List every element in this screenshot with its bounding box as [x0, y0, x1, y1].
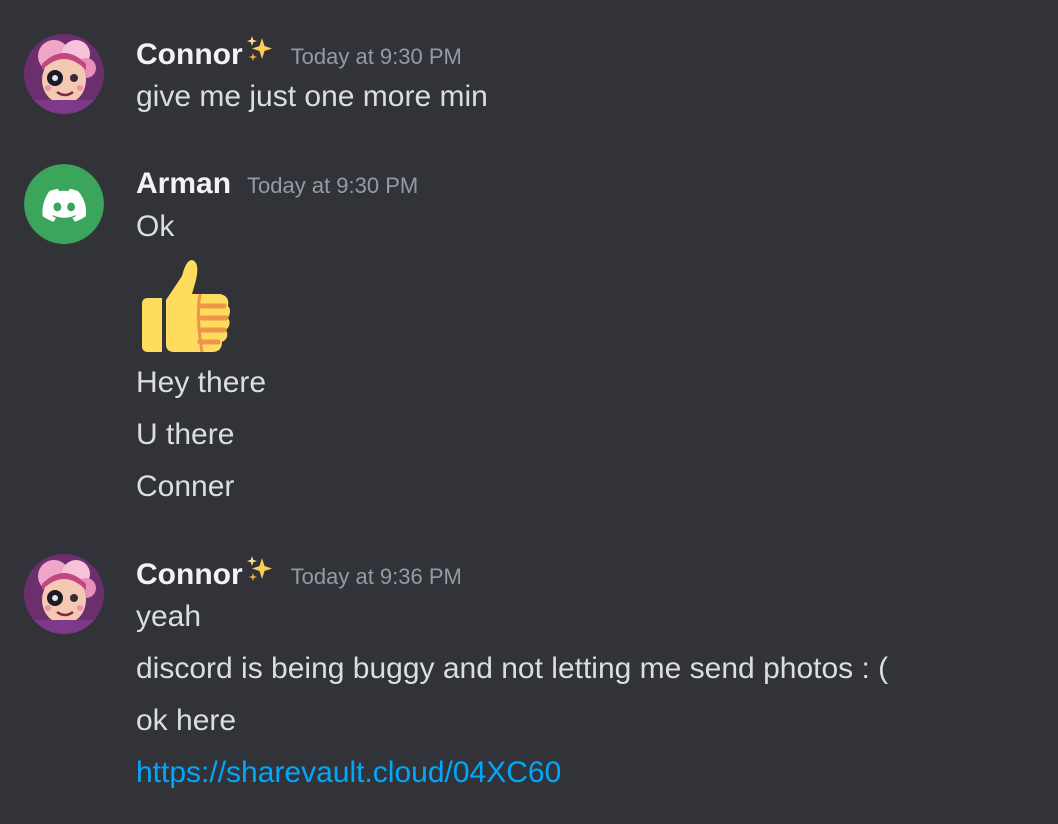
- message-header: Connor Today at 9:36 PM: [136, 554, 462, 594]
- message-text: U there: [136, 418, 235, 451]
- username[interactable]: Connor: [136, 555, 243, 595]
- message-text: Conner: [136, 470, 235, 503]
- discord-logo-icon: [24, 164, 104, 244]
- timestamp: Today at 9:30 PM: [290, 44, 462, 69]
- avatar-connor[interactable]: [24, 34, 104, 114]
- avatar-arman[interactable]: [24, 164, 104, 244]
- message-text: yeah: [136, 600, 202, 633]
- avatar-connor[interactable]: [24, 554, 104, 634]
- message-link[interactable]: https://sharevault.cloud/04XC60: [136, 756, 561, 789]
- username[interactable]: Arman: [136, 164, 231, 204]
- message-header: Arman Today at 9:30 PM: [136, 164, 418, 204]
- message-text: ok here: [136, 704, 237, 737]
- message-header: Connor Today at 9:30 PM: [136, 34, 462, 74]
- message-text: Ok: [136, 210, 175, 243]
- message-text: give me just one more min: [136, 80, 488, 113]
- sparkles-icon: [246, 556, 272, 581]
- username[interactable]: Connor: [136, 35, 243, 75]
- chat-messages: Connor Today at 9:30 PM give me just one…: [0, 0, 1058, 824]
- thumbs-up-emoji: [142, 260, 230, 353]
- cartoon-face-icon: [24, 554, 104, 634]
- timestamp: Today at 9:30 PM: [247, 173, 419, 198]
- message-text: discord is being buggy and not letting m…: [136, 652, 889, 685]
- sparkles-icon: [246, 36, 272, 61]
- message-link-line: https://sharevault.cloud/04XC60: [136, 753, 561, 793]
- cartoon-face-icon: [24, 34, 104, 114]
- timestamp: Today at 9:36 PM: [290, 564, 462, 589]
- message-text: Hey there: [136, 366, 267, 399]
